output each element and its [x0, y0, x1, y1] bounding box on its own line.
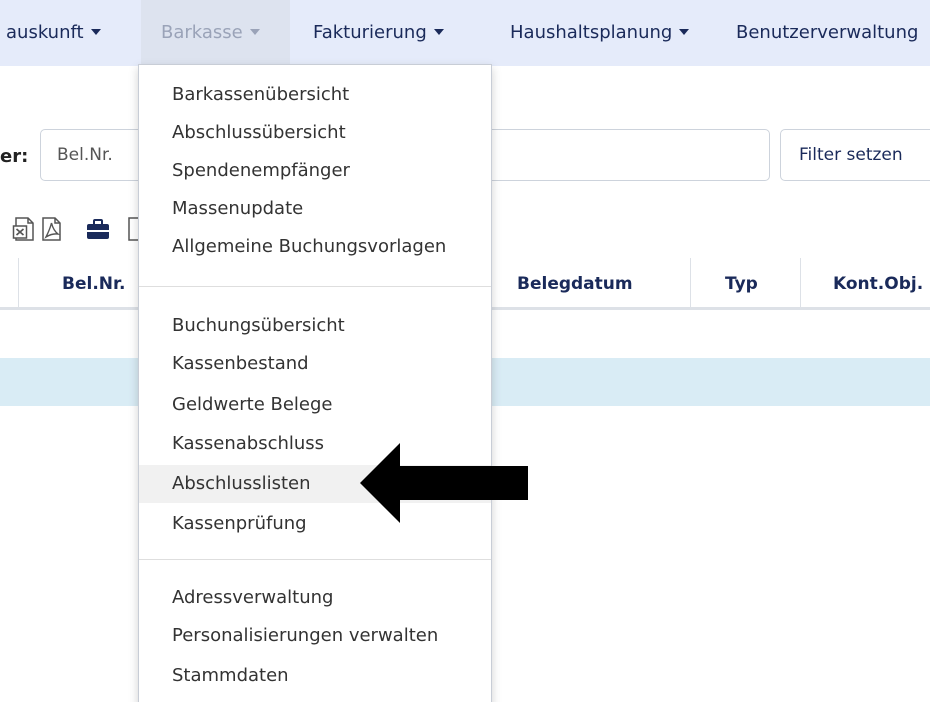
nav-item-label: Fakturierung — [313, 22, 427, 43]
column-separator — [18, 258, 19, 308]
nav-item-fakturierung[interactable]: Fakturierung — [313, 0, 493, 66]
menu-item-adressverwaltung[interactable]: Adressverwaltung — [139, 579, 491, 617]
menu-item-abschlussuebersicht[interactable]: Abschlussübersicht — [139, 114, 491, 152]
chevron-down-icon — [249, 29, 260, 35]
column-header-belegdatum[interactable]: Belegdatum — [517, 274, 633, 294]
menu-item-barkassenuebersicht[interactable]: Barkassenübersicht — [139, 76, 491, 114]
menu-item-stammdaten[interactable]: Stammdaten — [139, 657, 491, 695]
briefcase-icon[interactable] — [86, 216, 110, 242]
menu-divider — [139, 286, 491, 287]
menu-item-kassenbestand[interactable]: Kassenbestand — [139, 345, 491, 383]
menu-divider — [139, 559, 491, 560]
menu-item-spendenempfaenger[interactable]: Spendenempfänger — [139, 152, 491, 190]
menu-item-allgemeine-buchungsvorlagen[interactable]: Allgemeine Buchungsvorlagen — [139, 228, 491, 266]
menu-item-massenupdate[interactable]: Massenupdate — [139, 190, 491, 228]
column-header-belnr[interactable]: Bel.Nr. — [62, 274, 125, 294]
nav-item-label: Benutzerverwaltung — [736, 22, 919, 43]
pointer-arrow-icon — [360, 443, 528, 523]
column-separator — [690, 258, 691, 308]
excel-export-icon[interactable] — [12, 216, 36, 242]
nav-item-benutzerverwaltung[interactable]: Benutzerverwaltung — [736, 0, 930, 66]
column-header-kontobj[interactable]: Kont.Obj. — [833, 274, 923, 294]
menu-item-geldwerte-belege[interactable]: Geldwerte Belege — [139, 386, 491, 424]
nav-item-label: Barkasse — [161, 22, 243, 43]
nav-item-label: auskunft — [6, 22, 84, 43]
nav-item-haushaltsplanung[interactable]: Haushaltsplanung — [510, 0, 715, 66]
column-separator — [800, 258, 801, 308]
chevron-down-icon — [433, 29, 444, 35]
barkasse-dropdown-menu: Barkassenübersicht Abschlussübersicht Sp… — [138, 64, 492, 702]
chevron-down-icon — [90, 29, 101, 35]
nav-item-barkasse[interactable]: Barkasse — [141, 0, 290, 66]
menu-item-buchungsuebersicht[interactable]: Buchungsübersicht — [139, 307, 491, 345]
column-header-typ[interactable]: Typ — [725, 274, 758, 294]
filter-set-button[interactable]: Filter setzen — [780, 129, 930, 181]
menu-item-personalisierungen-verwalten[interactable]: Personalisierungen verwalten — [139, 617, 491, 655]
nav-item-auskunft[interactable]: auskunft — [0, 0, 138, 66]
chevron-down-icon — [679, 29, 690, 35]
nav-item-label: Haushaltsplanung — [510, 22, 673, 43]
pdf-export-icon[interactable] — [40, 216, 64, 242]
top-navbar: auskunft Barkasse Fakturierung Haushalts… — [0, 0, 930, 66]
filter-label: er: — [0, 146, 29, 167]
